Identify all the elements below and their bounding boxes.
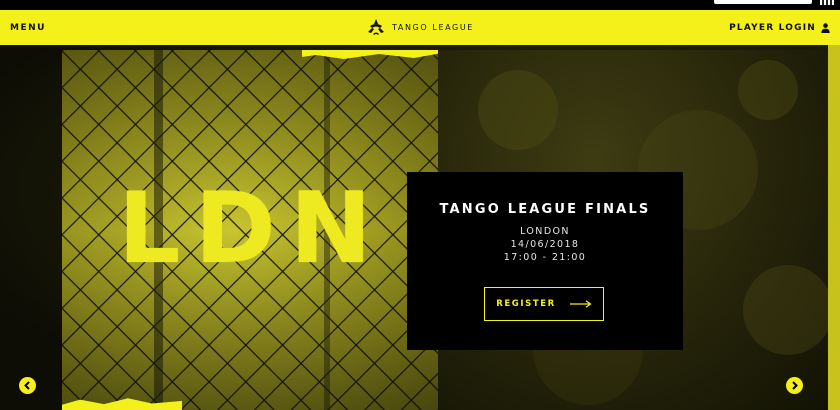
main-nav: MENU TANGO LEAGUE PLAYER LOGIN bbox=[0, 10, 840, 45]
brand-name: TANGO LEAGUE bbox=[392, 22, 474, 32]
user-icon bbox=[821, 22, 830, 33]
event-date: 14/06/2018 bbox=[510, 239, 580, 250]
chevron-left-icon bbox=[24, 381, 30, 390]
event-card: TANGO LEAGUE FINALS LONDON 14/06/2018 17… bbox=[407, 172, 683, 350]
event-location: LONDON bbox=[520, 226, 570, 237]
city-code-heading: LDN bbox=[118, 172, 386, 286]
top-bar bbox=[0, 0, 840, 10]
flag-icon[interactable] bbox=[820, 0, 834, 5]
arrow-right-icon bbox=[569, 300, 592, 308]
register-label: REGISTER bbox=[496, 299, 556, 309]
next-slide-peek bbox=[828, 45, 840, 410]
tango-logo-icon bbox=[368, 19, 385, 35]
event-time: 17:00 - 21:00 bbox=[503, 252, 587, 263]
register-button[interactable]: REGISTER bbox=[484, 287, 604, 321]
player-login-link[interactable]: PLAYER LOGIN bbox=[729, 23, 830, 33]
search-input[interactable] bbox=[714, 0, 812, 4]
event-title: TANGO LEAGUE FINALS bbox=[439, 202, 651, 217]
prev-slide-button[interactable] bbox=[19, 377, 36, 394]
hero-slider: LDN TANGO LEAGUE FINALS LONDON 14/06/201… bbox=[0, 45, 840, 410]
menu-button[interactable]: MENU bbox=[10, 23, 46, 33]
player-login-label: PLAYER LOGIN bbox=[729, 22, 816, 33]
brand-logo[interactable]: TANGO LEAGUE bbox=[366, 18, 474, 36]
chevron-right-icon bbox=[792, 381, 798, 390]
next-slide-button[interactable] bbox=[786, 377, 803, 394]
